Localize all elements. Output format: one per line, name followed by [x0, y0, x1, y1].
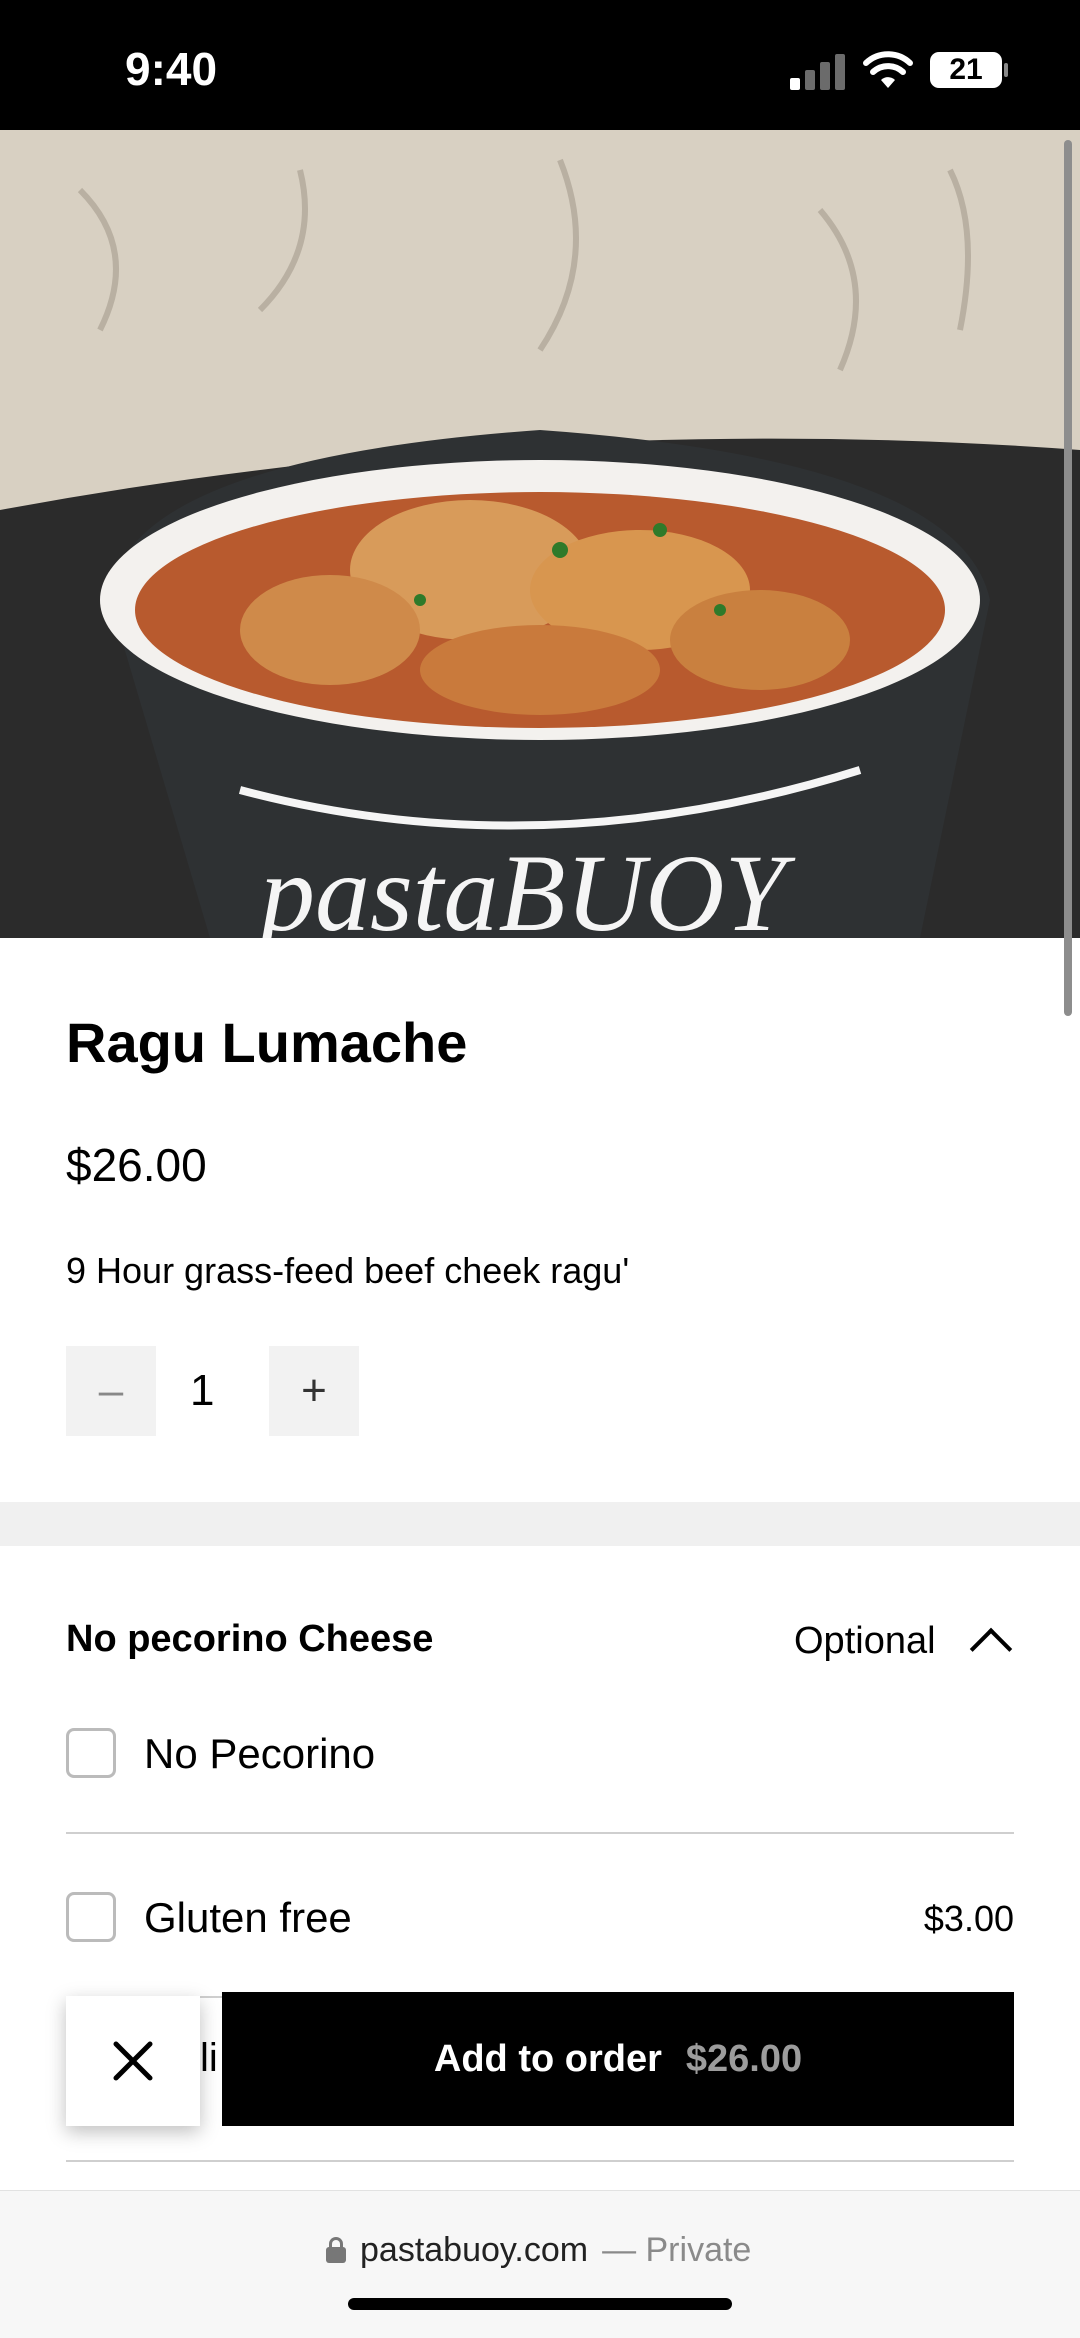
url-display[interactable]: pastabuoy.com — Private: [326, 2231, 751, 2270]
option-divider: [66, 2160, 1014, 2162]
plus-icon: +: [301, 1366, 327, 1415]
battery-tip: [1004, 63, 1008, 77]
add-to-order-price: $26.00: [685, 2037, 803, 2080]
close-icon: [113, 2041, 153, 2081]
partial-option-label: li: [200, 2036, 218, 2080]
lock-icon: [326, 2236, 346, 2265]
checkbox[interactable]: [66, 1892, 116, 1942]
signal-icon: [790, 54, 846, 90]
battery-icon: 21: [930, 52, 1002, 88]
add-to-order-label: Add to order: [433, 2037, 662, 2080]
option-label: No Pecorino: [144, 1730, 376, 1777]
option-label: Gluten free: [144, 1894, 352, 1941]
wifi-icon: [863, 51, 913, 88]
pasta-bowl-photo: pastaBUOY: [0, 130, 1080, 938]
increase-quantity-button[interactable]: +: [269, 1346, 359, 1436]
add-to-order-button[interactable]: Add to order $26.00: [222, 1992, 1014, 2126]
url-domain: pastabuoy.com: [360, 2231, 589, 2269]
quantity-value: 1: [190, 1366, 215, 1415]
checkbox[interactable]: [66, 1728, 116, 1778]
decrease-quantity-button[interactable]: –: [66, 1346, 156, 1436]
brand-logo-text: pastaBUOY: [253, 832, 795, 938]
home-indicator: [348, 2298, 732, 2310]
item-price: $26.00: [66, 1139, 207, 1191]
optional-badge: Optional: [794, 1620, 936, 1662]
status-time: 9:40: [125, 43, 218, 95]
browser-address-bar[interactable]: pastabuoy.com — Private: [0, 2190, 1080, 2338]
option-gluten-free[interactable]: Gluten free $3.00: [66, 1882, 1014, 1962]
minus-icon: –: [98, 1366, 124, 1415]
item-description: 9 Hour grass-feed beef cheek ragu': [66, 1250, 630, 1291]
scroll-indicator[interactable]: [1064, 140, 1072, 1016]
option-divider: [66, 1832, 1014, 1834]
item-title: Ragu Lumache: [66, 1011, 468, 1074]
close-button[interactable]: [66, 1996, 200, 2126]
product-image: pastaBUOY: [0, 130, 1080, 938]
chevron-up-icon[interactable]: [969, 1627, 1013, 1671]
option-no-pecorino[interactable]: No Pecorino: [66, 1718, 1014, 1798]
option-price: $3.00: [923, 1898, 1014, 1939]
section-divider: [0, 1502, 1080, 1546]
private-label: — Private: [602, 2231, 752, 2269]
modifier-group-title: No pecorino Cheese: [66, 1618, 434, 1660]
status-bar: 9:40 21: [0, 0, 1080, 130]
